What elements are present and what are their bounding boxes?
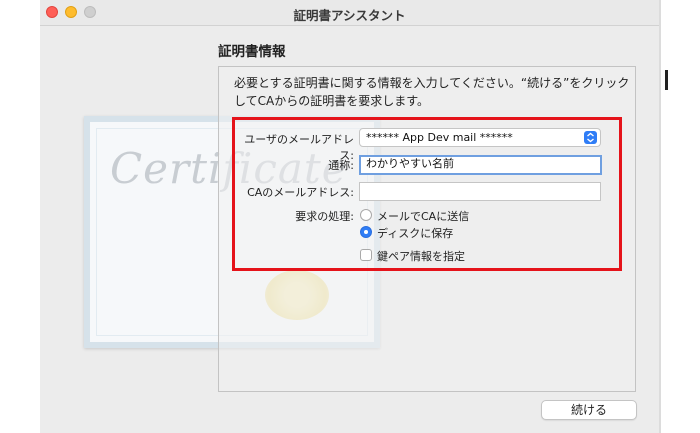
- continue-button[interactable]: 続ける: [541, 400, 637, 420]
- background-mark: [665, 70, 668, 90]
- window-title: 証明書アシスタント: [293, 8, 406, 23]
- window-edge-divider: [659, 0, 661, 433]
- title-bar: 証明書アシスタント: [40, 0, 659, 26]
- instruction-text: 必要とする証明書に関する情報を入力してください。“続ける”をクリックしてCAから…: [234, 76, 630, 108]
- highlight-box: [232, 117, 622, 271]
- section-title: 証明書情報: [218, 44, 286, 60]
- background-edge: [659, 0, 700, 433]
